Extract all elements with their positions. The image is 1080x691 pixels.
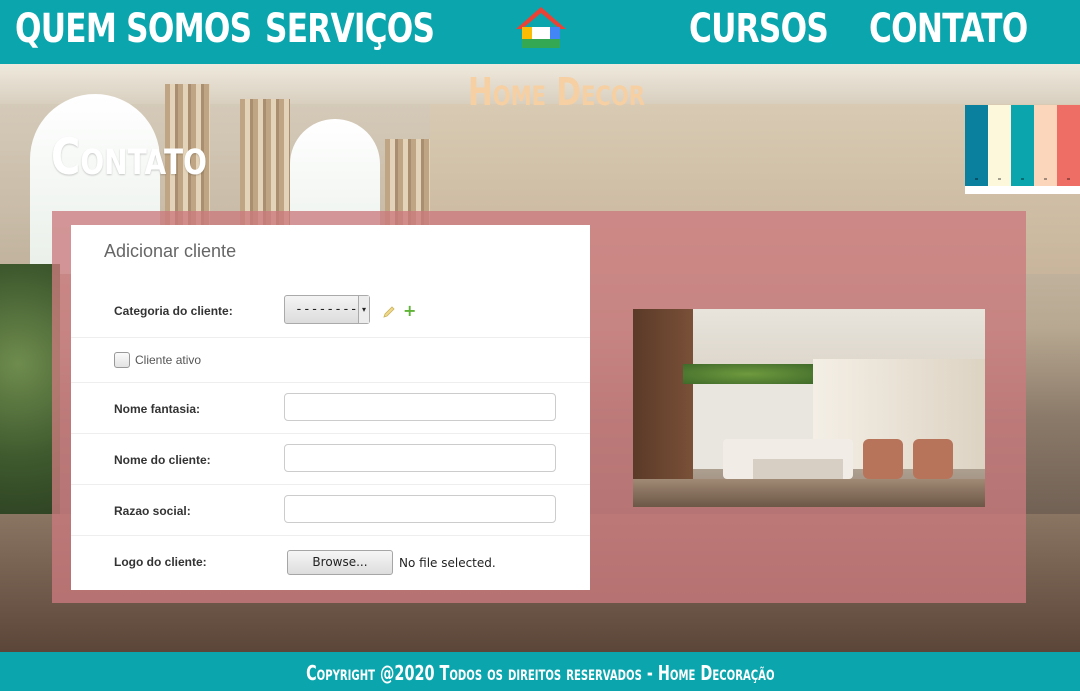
palette-swatch: [965, 105, 988, 186]
client-active-label: Cliente ativo: [135, 353, 202, 367]
palette-swatch: [1034, 105, 1057, 186]
category-selected-value: ---------: [295, 302, 366, 317]
nav-contato[interactable]: CONTATO: [869, 6, 1028, 52]
palette-swatch: [1011, 105, 1034, 186]
client-active-checkbox[interactable]: [114, 352, 130, 368]
trade-name-input[interactable]: [284, 393, 556, 421]
page-title: Contato: [51, 128, 207, 186]
form-heading: Adicionar cliente: [104, 241, 237, 261]
category-label: Categoria do cliente:: [114, 304, 233, 318]
palette-swatch: [988, 105, 1011, 186]
footer: Copyright @2020 Todos os direitos reserv…: [0, 652, 1080, 691]
nav-servicos[interactable]: SERVIÇOS: [265, 6, 435, 52]
brand-title: Home Decor: [468, 70, 645, 114]
copyright-text: Copyright @2020 Todos os direitos reserv…: [305, 661, 775, 685]
add-client-form: Adicionar cliente Categoria do cliente: …: [71, 225, 590, 590]
nav-quem-somos[interactable]: QUEM SOMOS: [15, 6, 252, 52]
client-name-input[interactable]: [284, 444, 556, 472]
chevron-down-icon: ▾: [358, 296, 369, 323]
nav-cursos[interactable]: CURSOS: [689, 6, 829, 52]
color-palette: [965, 105, 1080, 194]
house-icon[interactable]: [514, 5, 568, 51]
client-name-label: Nome do cliente:: [114, 453, 211, 467]
interior-photo: [633, 309, 985, 507]
top-navigation: QUEM SOMOS SERVIÇOS CURSOS CONTATO: [0, 0, 1080, 64]
company-name-input[interactable]: [284, 495, 556, 523]
file-status: No file selected.: [399, 556, 496, 570]
browse-button[interactable]: Browse...: [287, 550, 393, 575]
plus-icon[interactable]: +: [403, 303, 416, 319]
palette-swatch: [1057, 105, 1080, 186]
category-select[interactable]: --------- ▾: [284, 295, 370, 324]
company-name-label: Razao social:: [114, 504, 191, 518]
pencil-icon[interactable]: [382, 305, 396, 319]
trade-name-label: Nome fantasia:: [114, 402, 201, 416]
logo-label: Logo do cliente:: [114, 555, 207, 569]
